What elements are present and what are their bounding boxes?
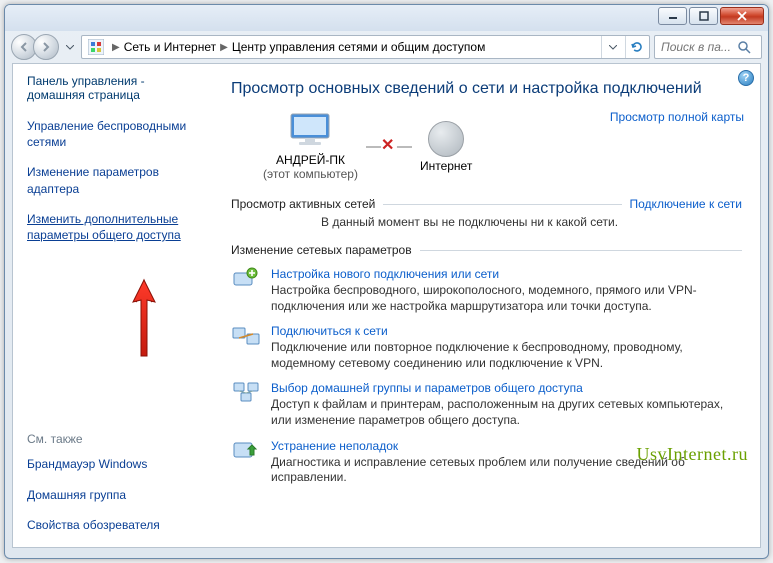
- history-dropdown[interactable]: [63, 45, 77, 50]
- breadcrumb-sep-icon: ▶: [220, 42, 228, 53]
- active-networks-header: Просмотр активных сетей Подключение к се…: [231, 197, 742, 211]
- page-heading: Просмотр основных сведений о сети и наст…: [231, 80, 742, 98]
- node-this-pc-title: АНДРЕЙ-ПК: [263, 153, 358, 167]
- active-networks-label: Просмотр активных сетей: [231, 197, 375, 211]
- task-title[interactable]: Настройка нового подключения или сети: [271, 267, 742, 281]
- content-area: ? Панель управления - домашняя страница …: [12, 63, 761, 548]
- explorer-window: ▶ Сеть и Интернет ▶ Центр управления сет…: [4, 4, 769, 559]
- globe-icon: [428, 121, 464, 157]
- chevron-down-icon: [66, 45, 74, 50]
- node-internet-title: Интернет: [420, 159, 472, 173]
- sidebar-link-wireless[interactable]: Управление беспроводными сетями: [27, 118, 199, 150]
- task-connect[interactable]: Подключиться к сети Подключение или повт…: [231, 324, 742, 371]
- task-title[interactable]: Выбор домашней группы и параметров общег…: [271, 381, 742, 395]
- arrow-left-icon: [19, 42, 29, 52]
- task-desc: Подключение или повторное подключение к …: [271, 340, 742, 371]
- see-also-homegroup[interactable]: Домашняя группа: [27, 487, 199, 503]
- search-input[interactable]: [659, 39, 737, 55]
- see-also-firewall[interactable]: Брандмауэр Windows: [27, 456, 199, 472]
- task-homegroup[interactable]: Выбор домашней группы и параметров общег…: [231, 381, 742, 428]
- connect-icon: [232, 324, 260, 348]
- new-connection-icon: [232, 267, 260, 291]
- monitor-icon: [287, 112, 333, 150]
- search-icon: [737, 40, 751, 54]
- task-title[interactable]: Подключиться к сети: [271, 324, 742, 338]
- search-box[interactable]: [654, 35, 762, 59]
- troubleshoot-icon: [232, 439, 260, 463]
- task-troubleshoot[interactable]: Устранение неполадок Диагностика и испра…: [231, 439, 742, 486]
- close-button[interactable]: [720, 7, 764, 25]
- breadcrumb-sep-icon: ▶: [112, 42, 120, 53]
- not-connected-message: В данный момент вы не подключены ни к ка…: [231, 215, 742, 229]
- node-this-pc-sub: (этот компьютер): [263, 167, 358, 181]
- window-titlebar: [5, 5, 768, 31]
- maximize-button[interactable]: [689, 7, 718, 25]
- sidebar: Панель управления - домашняя страница Уп…: [13, 64, 209, 547]
- minimize-button[interactable]: [658, 7, 687, 25]
- change-settings-label: Изменение сетевых параметров: [231, 243, 412, 257]
- sidebar-link-advanced-sharing[interactable]: Изменить дополнительные параметры общего…: [27, 211, 199, 243]
- change-settings-header: Изменение сетевых параметров: [231, 243, 742, 257]
- refresh-button[interactable]: [625, 36, 647, 58]
- refresh-icon: [630, 40, 644, 54]
- chevron-down-icon: [609, 45, 617, 50]
- task-icon: [231, 381, 261, 428]
- network-center-icon: [88, 39, 104, 55]
- task-icon: [231, 267, 261, 314]
- task-icon: [231, 439, 261, 486]
- x-icon: ✕: [381, 139, 397, 155]
- control-panel-home-link[interactable]: Панель управления - домашняя страница: [27, 74, 199, 102]
- breadcrumb-field[interactable]: ▶ Сеть и Интернет ▶ Центр управления сет…: [81, 35, 650, 59]
- node-internet: Интернет: [420, 121, 472, 173]
- homegroup-icon: [232, 381, 260, 405]
- task-title[interactable]: Устранение неполадок: [271, 439, 742, 453]
- breadcrumb-part1[interactable]: Сеть и Интернет: [124, 40, 216, 54]
- main-panel: Просмотр основных сведений о сети и наст…: [209, 64, 760, 547]
- see-also-internet-options[interactable]: Свойства обозревателя: [27, 517, 199, 533]
- forward-button[interactable]: [33, 34, 59, 60]
- task-desc: Диагностика и исправление сетевых пробле…: [271, 455, 742, 486]
- maximize-icon: [699, 11, 709, 21]
- arrow-right-icon: [41, 42, 51, 52]
- breadcrumb-part2[interactable]: Центр управления сетями и общим доступом: [232, 40, 486, 54]
- sidebar-link-adapter-settings[interactable]: Изменение параметров адаптера: [27, 164, 199, 196]
- view-full-map-link[interactable]: Просмотр полной карты: [610, 110, 744, 124]
- close-icon: [736, 11, 748, 21]
- help-button[interactable]: ?: [738, 70, 754, 86]
- nav-buttons: [11, 34, 59, 60]
- node-this-pc: АНДРЕЙ-ПК (этот компьютер): [263, 112, 358, 181]
- task-desc: Доступ к файлам и принтерам, расположенн…: [271, 397, 742, 428]
- network-map: Просмотр полной карты АНДРЕЙ-ПК (этот ко…: [263, 112, 742, 181]
- task-new-connection[interactable]: Настройка нового подключения или сети На…: [231, 267, 742, 314]
- connection-broken: ✕: [366, 142, 412, 152]
- minimize-icon: [668, 11, 678, 21]
- connect-to-network-link[interactable]: Подключение к сети: [630, 197, 742, 211]
- breadcrumb-dropdown[interactable]: [601, 36, 623, 58]
- task-icon: [231, 324, 261, 371]
- address-bar: ▶ Сеть и Интернет ▶ Центр управления сет…: [5, 31, 768, 63]
- task-desc: Настройка беспроводного, широкополосного…: [271, 283, 742, 314]
- see-also-label: См. также: [27, 432, 199, 446]
